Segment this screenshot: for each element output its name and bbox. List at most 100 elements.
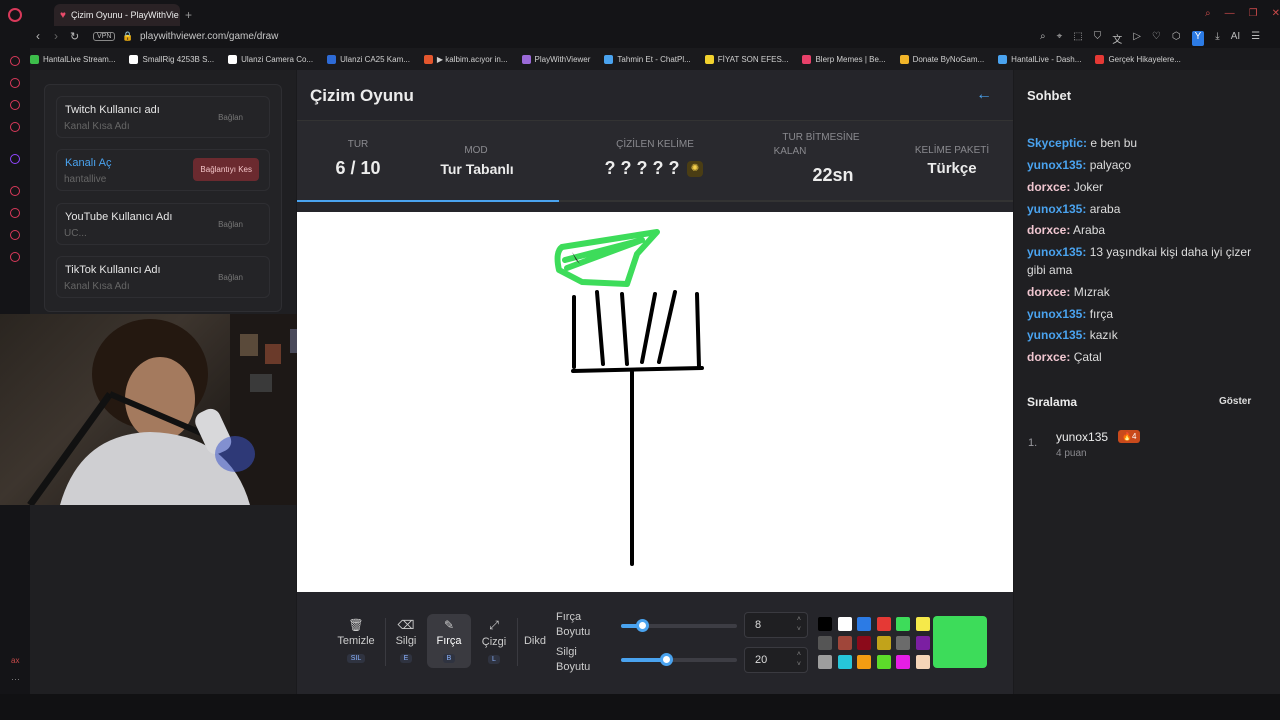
opera-logo-icon[interactable] [8,8,22,22]
connect-button[interactable]: Bağlan [218,113,243,122]
menu-icon[interactable]: ☰ [1251,31,1260,46]
stepper-icon[interactable]: ˄ ˅ [797,650,801,670]
color-swatch[interactable] [915,617,930,631]
color-swatch[interactable] [915,636,930,650]
pin-icon[interactable]: ⌖ [1057,31,1063,46]
rectangle-tool-button[interactable]: Dikd [520,614,550,668]
brush-icon: ✎ [443,618,455,632]
color-swatch[interactable] [818,617,832,631]
close-icon[interactable]: ✕ [1272,8,1280,19]
eraser-size-input[interactable]: 20 ˄ ˅ [744,647,808,673]
extensions-icon[interactable]: ⬡ [1172,31,1181,46]
color-swatch[interactable] [837,655,852,669]
play-icon[interactable]: ▷ [1133,31,1141,46]
drawing-canvas[interactable] [297,212,1013,592]
shield-icon[interactable]: ⛉ [1094,31,1102,46]
color-swatch[interactable] [876,636,891,650]
color-swatch[interactable] [896,617,910,631]
translate-icon[interactable]: 文 [1112,31,1122,46]
bookmark-item[interactable]: Ulanzi Camera Co... [228,54,314,64]
maximize-icon[interactable]: ❐ [1249,8,1258,19]
sidebar-instagram-icon[interactable] [10,122,20,132]
color-swatch[interactable] [896,636,910,650]
heart-icon[interactable]: ♡ [1152,31,1161,46]
color-swatch[interactable] [818,655,832,669]
brush-size-slider[interactable] [621,619,737,632]
chat-username[interactable]: yunox135: [1027,158,1086,172]
bookmark-label: Ulanzi Camera Co... [241,54,314,64]
sidebar-settings-icon[interactable] [10,252,20,262]
sidebar-twitch-icon[interactable] [10,154,20,164]
disconnect-button[interactable]: Bağlantıyı Kes [193,158,259,181]
chat-username[interactable]: yunox135: [1027,328,1086,342]
bookmark-item[interactable]: FİYAT SON EFES... [704,54,788,64]
color-swatch[interactable] [896,655,910,669]
clear-tool-button[interactable]: 🗑 Temizle SIL [334,614,378,668]
bookmark-item[interactable]: SmallRig 4253B S... [129,54,214,64]
chat-username[interactable]: yunox135: [1027,245,1086,259]
sidebar-history-icon[interactable] [10,208,20,218]
search-icon[interactable]: ⌕ [1205,8,1211,19]
color-swatch[interactable] [857,617,871,631]
bookmark-item[interactable]: HantalLive Stream... [30,54,115,64]
sidebar-messenger-icon[interactable] [10,100,20,110]
chat-username[interactable]: yunox135: [1027,307,1086,321]
current-color-swatch[interactable] [933,616,987,668]
sidebar-ext-icon[interactable] [10,56,20,66]
color-swatch[interactable] [857,655,871,669]
color-swatch[interactable] [818,636,832,650]
eraser-tool-button[interactable]: ⌫ Silgi E [384,614,428,668]
sidebar-pinboard-icon[interactable] [10,230,20,240]
bookmark-item[interactable]: Ulanzi CA25 Kam... [327,54,410,64]
color-swatch[interactable] [857,636,871,650]
browser-tab[interactable]: ♥ Çizim Oyunu - PlayWithVie [54,4,180,26]
brush-size-input[interactable]: 8 ˄ ˅ [744,612,808,638]
chat-username[interactable]: dorxce: [1027,350,1070,364]
bookmark-item[interactable]: Blerp Memes | Be... [802,54,886,64]
bookmark-item[interactable]: PlayWithViewer [521,54,590,64]
chat-username[interactable]: dorxce: [1027,223,1070,237]
ai-icon[interactable]: AI [1231,31,1240,46]
connect-button[interactable]: Bağlan [218,273,243,282]
forward-icon[interactable]: › [54,29,58,43]
back-icon[interactable]: ‹ [36,29,40,43]
connect-button[interactable]: Bağlan [218,220,243,229]
brush-tool-button[interactable]: ✎ Fırça B [427,614,471,668]
chat-username[interactable]: yunox135: [1027,202,1086,216]
new-tab-icon[interactable]: + [185,8,192,22]
profile-icon[interactable]: Y [1191,31,1205,46]
chat-username[interactable]: Skyceptic: [1027,136,1087,150]
minimize-icon[interactable]: — [1225,8,1235,19]
chat-username[interactable]: dorxce: [1027,180,1070,194]
download-icon[interactable]: ⤓ [1215,31,1219,46]
hint-bulb-icon[interactable]: ✺ [687,161,703,177]
slider-handle[interactable] [635,619,649,632]
zoom-icon[interactable]: ⌕ [1040,31,1046,46]
bookmark-item[interactable]: Tahmin Et - ChatPl... [604,54,691,64]
bookmark-item[interactable]: HantalLive - Dash... [998,54,1081,64]
color-swatch[interactable] [876,617,891,631]
bookmark-item[interactable]: Gerçek Hikayelere... [1095,54,1181,64]
color-swatch[interactable] [915,655,930,669]
bookmark-item[interactable]: ▶ kalbim.acıyor in... [423,54,508,64]
color-swatch[interactable] [837,636,852,650]
window-controls: ⌕ — ❐ ✕ [1205,8,1280,19]
sidebar-more-icon[interactable]: ··· [11,674,20,684]
chat-text: Mızrak [1070,285,1110,299]
back-arrow-icon[interactable]: ← [976,86,992,104]
vpn-badge[interactable]: VPN [93,32,116,41]
color-swatch[interactable] [876,655,891,669]
line-tool-button[interactable]: ⤢ Çizgi L [472,614,516,668]
chat-message: yunox135: araba [1027,200,1263,218]
stepper-icon[interactable]: ˄ ˅ [797,615,801,635]
sidebar-bag-icon[interactable] [10,78,20,88]
reload-icon[interactable]: ↻ [70,30,79,43]
sidebar-player-icon[interactable] [10,186,20,196]
url-field[interactable]: playwithviewer.com/game/draw [140,31,278,42]
eraser-size-slider[interactable] [621,653,737,666]
snapshot-icon[interactable]: ⬚ [1073,31,1082,46]
color-swatch[interactable] [837,617,852,631]
chat-username[interactable]: dorxce: [1027,285,1070,299]
bookmark-item[interactable]: Donate ByNoGam... [899,54,984,64]
ranking-show-button[interactable]: Göster [1219,396,1251,407]
